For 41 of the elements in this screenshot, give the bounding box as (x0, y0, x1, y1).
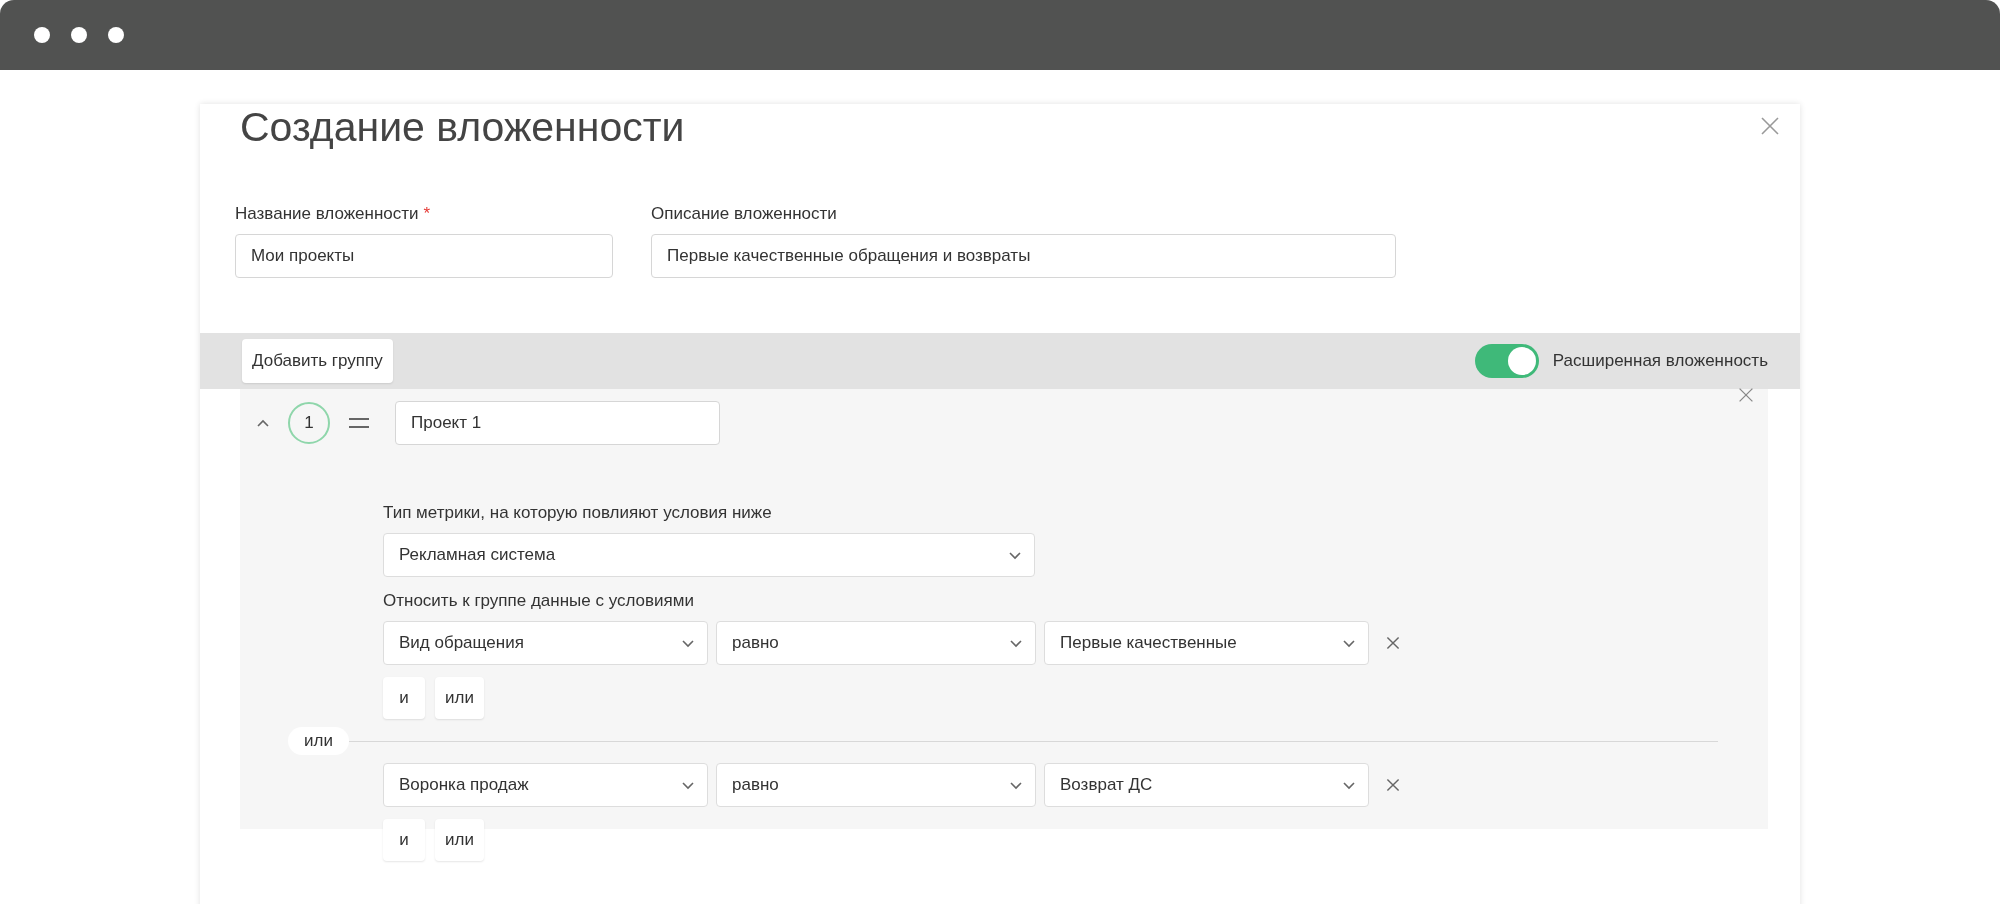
close-icon[interactable] (1738, 387, 1754, 403)
caret-icon (1009, 638, 1023, 648)
dialog-title: Создание вложенности (240, 104, 685, 152)
metric-label: Тип метрики, на которую повлияют условия ниже (383, 503, 773, 523)
required-mark: * (423, 204, 431, 223)
remove-icon[interactable] (1385, 635, 1401, 651)
or-button[interactable]: или (435, 819, 484, 861)
caret-icon (1008, 550, 1022, 560)
group-name-field[interactable]: Проект 1 (395, 401, 720, 445)
condition-select[interactable]: Воронка продаж (383, 763, 708, 807)
caret-icon (1009, 780, 1023, 790)
or-separator: или (288, 727, 349, 755)
condition-select[interactable]: Возврат ДС (1044, 763, 1369, 807)
toggle-label: Расширенная вложенность (1552, 351, 1768, 371)
input-field[interactable]: Мои проекты (235, 234, 613, 278)
caret-icon (1342, 638, 1356, 648)
drag-handle-icon[interactable] (348, 417, 370, 429)
condition-select[interactable]: Первые качественные (1044, 621, 1369, 665)
caret-icon (681, 638, 695, 648)
and-button[interactable]: и (383, 819, 425, 861)
window-dot-icon (71, 27, 87, 43)
or-button[interactable]: или (435, 677, 484, 719)
condition-select[interactable]: Вид обращения (383, 621, 708, 665)
condition-select[interactable]: равно (716, 621, 1036, 665)
conditions-label: Относить к группе данные с условиями (383, 591, 695, 611)
metric-select[interactable]: Рекламная система (383, 533, 1035, 577)
input-field[interactable]: Первые качественные обращения и возвраты (651, 234, 1396, 278)
toggle-switch[interactable] (1474, 344, 1539, 378)
add-group-button[interactable]: Добавить группу (242, 339, 393, 383)
caret-icon (681, 780, 695, 790)
window-dot-icon (34, 27, 50, 43)
close-icon[interactable] (1760, 116, 1780, 136)
chevron-icon[interactable] (256, 418, 270, 428)
and-button[interactable]: и (383, 677, 425, 719)
caret-icon (1342, 780, 1356, 790)
group-number: 1 (288, 402, 330, 444)
field-label: Описание вложенности (651, 204, 837, 223)
window-dot-icon (108, 27, 124, 43)
remove-icon[interactable] (1385, 777, 1401, 793)
condition-select[interactable]: равно (716, 763, 1036, 807)
field-label: Название вложенности (235, 204, 419, 223)
